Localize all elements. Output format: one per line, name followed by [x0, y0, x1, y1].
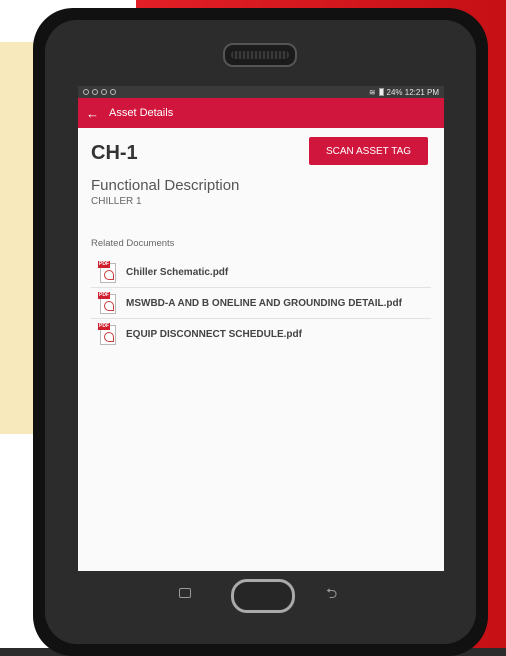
document-name: Chiller Schematic.pdf — [126, 266, 229, 278]
documents-list: PDF Chiller Schematic.pdf PDF MSWBD-A AN… — [91, 257, 431, 349]
app-bar: ← Asset Details — [78, 98, 444, 128]
app-title: Asset Details — [109, 107, 174, 119]
tablet-screen: ≋ 24% 12:21 PM ← Asset Details CH-1 SCAN… — [78, 86, 444, 571]
cast-icon — [110, 89, 116, 95]
document-name: EQUIP DISCONNECT SCHEDULE.pdf — [126, 328, 302, 340]
pdf-icon: PDF — [98, 323, 116, 345]
related-documents-label: Related Documents — [91, 238, 175, 249]
recent-apps-icon[interactable] — [179, 588, 191, 598]
hardware-navbar: ⮌ — [78, 571, 444, 616]
bluetooth-icon — [101, 89, 107, 95]
battery-icon — [378, 88, 384, 96]
sync-icon — [92, 89, 98, 95]
status-bar: ≋ 24% 12:21 PM — [78, 86, 444, 98]
back-arrow-icon[interactable]: ← — [86, 106, 99, 121]
status-icons-left — [83, 89, 116, 95]
content-area: CH-1 SCAN ASSET TAG Functional Descripti… — [78, 128, 444, 359]
scan-asset-tag-button[interactable]: SCAN ASSET TAG — [309, 137, 428, 165]
functional-description-value: CHILLER 1 — [91, 196, 142, 207]
wifi-icon: ≋ — [368, 87, 376, 97]
document-item[interactable]: PDF EQUIP DISCONNECT SCHEDULE.pdf — [91, 319, 431, 349]
status-icons-right: ≋ 24% 12:21 PM — [369, 88, 439, 97]
settings-icon — [83, 89, 89, 95]
back-icon[interactable]: ⮌ — [326, 583, 337, 607]
functional-description-label: Functional Description — [91, 177, 240, 194]
speaker-grille — [223, 43, 297, 67]
document-item[interactable]: PDF MSWBD-A AND B ONELINE AND GROUNDING … — [91, 288, 431, 319]
pdf-icon: PDF — [98, 292, 116, 314]
status-text: 24% 12:21 PM — [386, 87, 439, 97]
document-item[interactable]: PDF Chiller Schematic.pdf — [91, 257, 431, 288]
home-button[interactable] — [231, 579, 295, 613]
document-name: MSWBD-A AND B ONELINE AND GROUNDING DETA… — [126, 297, 402, 309]
pdf-icon: PDF — [98, 261, 116, 283]
